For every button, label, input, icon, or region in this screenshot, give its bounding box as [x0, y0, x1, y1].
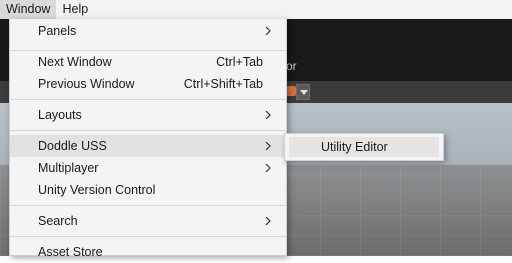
- menu-item-label: Doddle USS: [38, 139, 107, 153]
- layers-icon[interactable]: [286, 86, 296, 96]
- editor-tab-label-fragment: or: [286, 59, 297, 73]
- menu-help[interactable]: Help: [56, 0, 94, 19]
- chevron-right-icon: [265, 164, 271, 172]
- chevron-down-icon[interactable]: [296, 84, 310, 100]
- menu-item-label: Layouts: [38, 108, 82, 122]
- menu-item-search[interactable]: Search: [10, 210, 286, 232]
- menu-separator: [10, 205, 286, 206]
- menu-item-next-window[interactable]: Next Window Ctrl+Tab: [10, 51, 286, 73]
- menu-separator: [10, 236, 286, 237]
- menu-item-unity-version-control[interactable]: Unity Version Control: [10, 179, 286, 201]
- menu-item-layouts[interactable]: Layouts: [10, 104, 286, 126]
- menu-item-label: Asset Store: [38, 245, 103, 259]
- menu-item-shortcut: Ctrl+Tab: [216, 55, 263, 69]
- chevron-right-icon: [265, 142, 271, 150]
- menu-item-label: Search: [38, 214, 78, 228]
- menu-item-label: Previous Window: [38, 77, 135, 91]
- doddle-uss-submenu: Utility Editor: [284, 133, 444, 161]
- menu-item-label: Panels: [38, 24, 77, 38]
- menu-separator: [10, 130, 286, 131]
- submenu-item-utility-editor[interactable]: Utility Editor: [289, 137, 439, 157]
- menu-item-multiplayer[interactable]: Multiplayer: [10, 157, 286, 179]
- window-menu: Panels Next Window Ctrl+Tab Previous Win…: [9, 19, 287, 259]
- menu-item-previous-window[interactable]: Previous Window Ctrl+Shift+Tab: [10, 73, 286, 95]
- menubar: Window Help: [0, 0, 512, 19]
- chevron-right-icon: [265, 111, 271, 119]
- menu-separator: [10, 99, 286, 100]
- menu-item-label: Next Window: [38, 55, 112, 69]
- menu-item-asset-store[interactable]: Asset Store: [10, 241, 286, 263]
- menu-item-shortcut: Ctrl+Shift+Tab: [183, 77, 263, 91]
- menu-item-doddle-uss[interactable]: Doddle USS: [10, 135, 286, 157]
- menu-item-panels[interactable]: Panels: [10, 20, 286, 42]
- menu-item-label: Unity Version Control: [38, 183, 156, 197]
- chevron-right-icon: [265, 27, 271, 35]
- menu-window[interactable]: Window: [0, 0, 57, 19]
- menu-item-label: Multiplayer: [38, 161, 99, 175]
- chevron-right-icon: [265, 217, 271, 225]
